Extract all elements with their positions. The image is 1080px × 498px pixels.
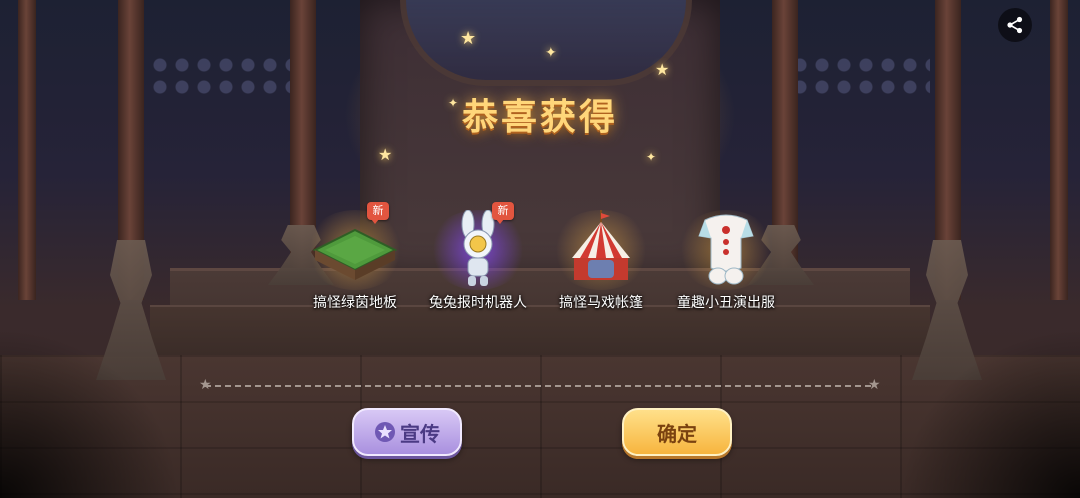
share-button[interactable] xyxy=(998,8,1032,42)
sparkle-icon: ✦ xyxy=(646,150,657,164)
circus-tent-icon xyxy=(572,210,630,280)
reward-item[interactable]: 新 搞怪绿茵地板 xyxy=(295,200,415,312)
reward-name: 搞怪马戏帐篷 xyxy=(559,295,643,311)
promote-button[interactable]: 宣传 xyxy=(352,408,462,456)
corner-shadow xyxy=(0,328,180,498)
promote-label: 宣传 xyxy=(400,421,440,446)
flower-garland xyxy=(150,55,290,95)
confirm-button[interactable]: 确定 xyxy=(622,408,732,456)
sparkle-icon: ★ xyxy=(378,145,393,164)
sparkle-icon: ✦ xyxy=(545,45,557,61)
new-badge: 新 xyxy=(492,202,514,224)
star-badge-icon xyxy=(374,421,396,443)
arch-window xyxy=(400,0,692,86)
new-badge: 新 xyxy=(367,202,389,224)
reward-name: 兔兔报时机器人 xyxy=(429,295,527,311)
clown-costume-icon xyxy=(698,214,754,285)
reward-item[interactable]: 新 兔兔报时机器人 xyxy=(418,200,538,312)
reward-name: 搞怪绿茵地板 xyxy=(313,295,397,311)
corner-shadow xyxy=(900,328,1080,498)
flower-garland xyxy=(790,55,930,95)
reward-name: 童趣小丑演出服 xyxy=(677,295,775,311)
dotted-divider xyxy=(205,385,875,387)
pillar xyxy=(1050,0,1068,300)
background-scene: ★ ✦ ★ ✦ ★ ✦ xyxy=(0,0,1080,498)
stage-step xyxy=(150,305,930,362)
share-icon xyxy=(1007,16,1023,34)
reward-title: 恭喜获得 xyxy=(461,97,618,138)
reward-item[interactable]: 童趣小丑演出服 xyxy=(666,200,786,312)
divider-star-icon: ★ xyxy=(868,377,881,393)
grass-floor-tile-icon xyxy=(312,228,398,280)
sparkle-icon: ★ xyxy=(460,28,477,49)
pillar xyxy=(18,0,36,300)
sparkle-icon: ★ xyxy=(655,60,670,79)
confirm-label: 确定 xyxy=(657,421,697,446)
reward-item[interactable]: 搞怪马戏帐篷 xyxy=(541,200,661,312)
